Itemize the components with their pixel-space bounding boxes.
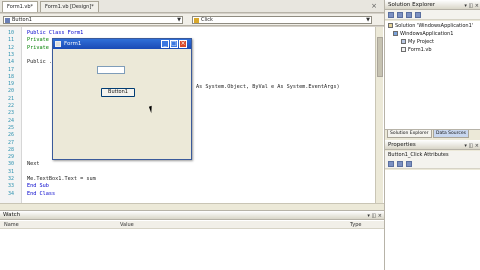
object-combo[interactable]: Button1 ▼ <box>3 16 183 24</box>
solution-explorer-title-bar: Solution Explorer ▾ ◫ × <box>385 0 480 10</box>
column-name[interactable]: Name <box>4 221 19 229</box>
minimize-button[interactable]: _ <box>161 40 169 48</box>
editor-horizontal-scrollbar[interactable] <box>0 203 384 210</box>
properties-title: Properties <box>388 142 416 148</box>
event-combo[interactable]: Click ▼ <box>192 16 372 24</box>
solution-tree: Solution 'WindowsApplication1' WindowsAp… <box>385 21 480 129</box>
object-combo-value: Button1 <box>12 17 32 23</box>
handler-signature: As System.Object, ByVal e As System.Even… <box>196 84 340 90</box>
document-tab-bar: Form1.vb* Form1.vb [Design]* × <box>0 0 384 13</box>
property-pages-icon[interactable] <box>406 161 412 167</box>
code-text: Next <box>27 161 40 168</box>
solution-icon <box>388 23 393 28</box>
pin-close-icons[interactable]: ▾ ◫ × <box>367 212 382 221</box>
project-icon <box>393 31 398 36</box>
line-number: 34 <box>7 190 14 197</box>
tree-item-solution[interactable]: Solution 'WindowsApplication1' <box>388 23 473 30</box>
refresh-icon[interactable] <box>406 12 412 18</box>
event-combo-value: Click <box>201 17 213 23</box>
tab-data-sources[interactable]: Data Sources <box>433 130 469 138</box>
form-file-icon <box>401 47 406 52</box>
watch-title: Watch <box>3 212 21 218</box>
watch-title-bar: Watch ▾ ◫ × <box>0 211 384 220</box>
close-tab-icon[interactable]: × <box>370 2 378 10</box>
tree-item-my-project[interactable]: My Project <box>401 39 434 46</box>
textbox1[interactable] <box>97 66 125 74</box>
chevron-down-icon: ▼ <box>177 17 181 23</box>
tree-item-project[interactable]: WindowsApplication1 <box>393 31 453 38</box>
view-code-icon[interactable] <box>415 12 421 18</box>
form-app-icon <box>55 41 61 47</box>
tab-form1-vb[interactable]: Form1.vb* <box>2 1 38 12</box>
solution-explorer-title: Solution Explorer <box>388 2 436 8</box>
tree-label: Solution 'WindowsApplication1' <box>395 23 474 29</box>
chevron-down-icon: ▼ <box>366 17 370 23</box>
properties-icon[interactable] <box>388 12 394 18</box>
tab-form1-design[interactable]: Form1.vb [Design]* <box>40 1 99 12</box>
pin-close-icons[interactable]: ▾ ◫ × <box>464 141 479 151</box>
class-icon <box>5 18 10 23</box>
editor-vertical-scrollbar[interactable] <box>375 27 383 203</box>
watch-window: Watch ▾ ◫ × Name Value Type <box>0 210 384 270</box>
folder-icon <box>401 39 406 44</box>
categorized-icon[interactable] <box>388 161 394 167</box>
maximize-button[interactable]: □ <box>170 40 178 48</box>
event-icon <box>194 18 199 23</box>
column-type[interactable]: Type <box>350 221 361 229</box>
properties-title-bar: Properties ▾ ◫ × <box>385 140 480 150</box>
right-tool-panel: Solution Explorer ▾ ◫ × Solution 'Window… <box>384 0 480 270</box>
properties-object-selector[interactable]: Button1_Click Attributes <box>385 151 480 159</box>
code-text: End Class <box>27 190 56 197</box>
show-all-files-icon[interactable] <box>397 12 403 18</box>
button1[interactable]: Button1 <box>101 88 135 97</box>
column-value[interactable]: Value <box>120 221 134 229</box>
tree-label: My Project <box>408 39 434 45</box>
properties-toolbar <box>385 159 480 169</box>
form1-window[interactable]: Form1 _ □ × Button1 <box>52 38 192 160</box>
tree-label: WindowsApplication1 <box>400 31 454 37</box>
close-button[interactable]: × <box>179 40 187 48</box>
tab-solution-explorer[interactable]: Solution Explorer <box>387 130 432 138</box>
alphabetical-icon[interactable] <box>397 161 403 167</box>
properties-grid[interactable] <box>385 170 480 270</box>
form1-title: Form1 <box>64 41 82 47</box>
form1-title-bar[interactable]: Form1 _ □ × <box>53 39 191 49</box>
watch-column-headers: Name Value Type <box>0 221 384 229</box>
tree-item-form1[interactable]: Form1.vb <box>401 47 432 54</box>
solution-explorer-tabs: Solution Explorer Data Sources <box>385 129 480 138</box>
navigation-bar: Button1 ▼ Click ▼ <box>0 14 384 26</box>
scrollbar-thumb[interactable] <box>377 37 383 77</box>
tree-label: Form1.vb <box>408 47 432 53</box>
solution-explorer-toolbar <box>385 10 480 20</box>
